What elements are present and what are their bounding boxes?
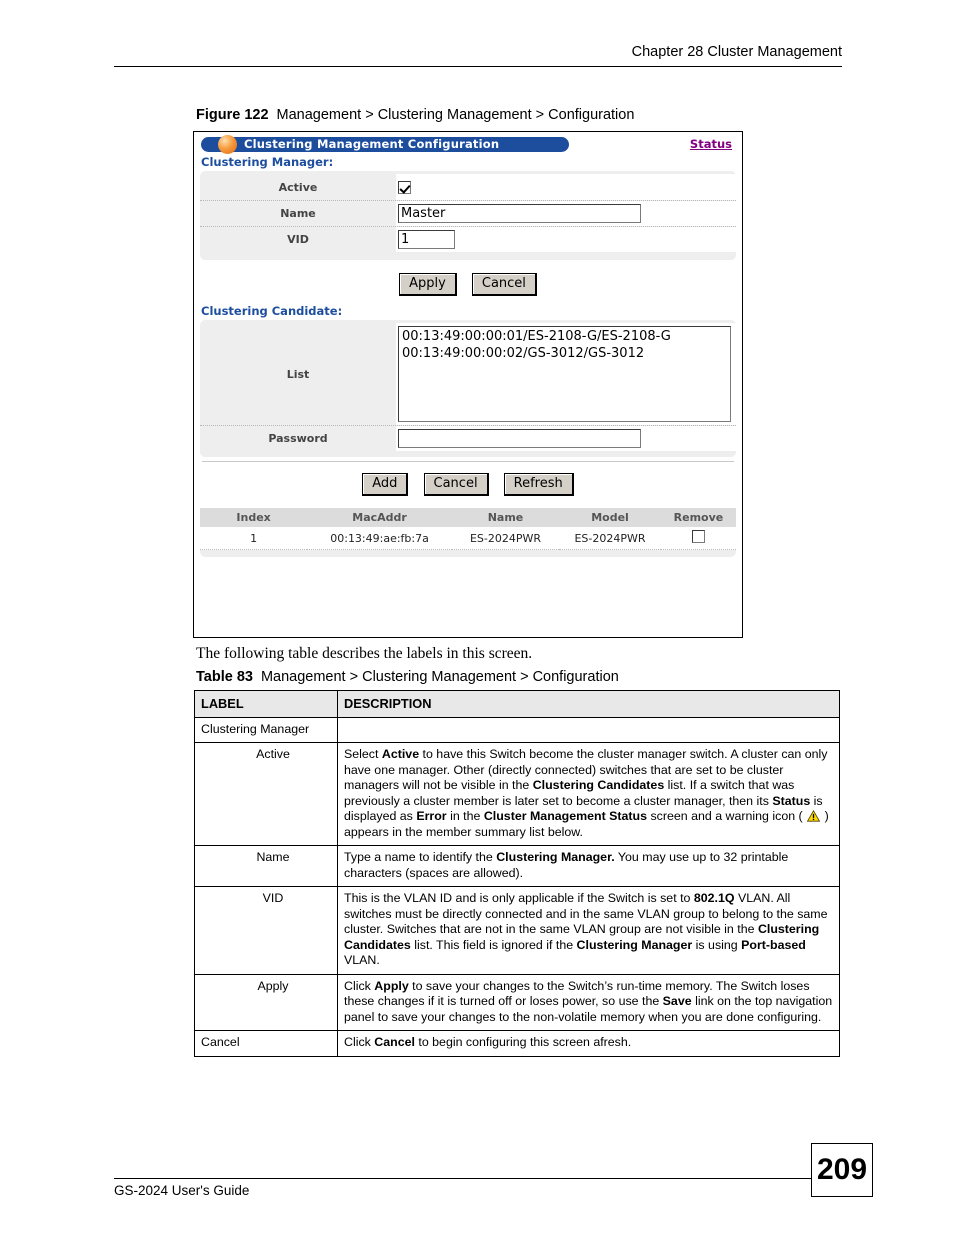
col-name: Name (451, 508, 560, 527)
label-list: List (286, 367, 310, 381)
row-list: List 00:13:49:00:00:01/ES-2108-G/ES-2108… (200, 323, 736, 425)
manager-button-row: Apply Cancel (200, 262, 736, 302)
desc-description-cell: Type a name to identify the Clustering M… (337, 845, 840, 887)
clustering-manager-panel: Active Name VID (200, 171, 736, 260)
figure-number: Figure 122 (196, 107, 269, 123)
desc-label-cell: Name (194, 845, 338, 887)
screenshot-figure: Clustering Management Configuration Stat… (193, 131, 743, 638)
screen-title: Clustering Management Configuration (244, 137, 500, 151)
status-link[interactable]: Status (690, 137, 732, 151)
cell-name: ES-2024PWR (451, 527, 560, 550)
member-summary-table: Index MacAddr Name Model Remove 1 00:13:4… (200, 508, 736, 557)
footer-guide: GS-2024 User's Guide (114, 1183, 250, 1198)
page-number: 209 (811, 1143, 873, 1197)
desc-description-cell: This is the VLAN ID and is only applicab… (337, 886, 840, 975)
desc-label-cell: Active (194, 742, 338, 846)
cell-index: 1 (200, 527, 308, 550)
orb-icon (218, 135, 237, 154)
cell-model: ES-2024PWR (559, 527, 661, 550)
desc-description-cell: Click Apply to save your changes to the … (337, 973, 840, 1031)
cancel-button[interactable]: Cancel (471, 273, 537, 296)
candidate-cancel-button[interactable]: Cancel (423, 473, 489, 496)
vid-input[interactable] (398, 230, 455, 249)
summary-header-row: Index MacAddr Name Model Remove (200, 508, 736, 527)
screen-titlebar: Clustering Management Configuration Stat… (200, 135, 736, 154)
cell-remove (660, 527, 736, 550)
remove-checkbox[interactable] (691, 530, 705, 543)
chapter-title: Chapter 28 Cluster Management (631, 44, 842, 60)
desc-table-row: Active Select Active to have this Switch … (194, 742, 840, 846)
candidate-list[interactable]: 00:13:49:00:00:01/ES-2108-G/ES-2108-G 00… (398, 326, 731, 422)
label-password: Password (268, 432, 328, 445)
active-checkbox[interactable] (398, 180, 411, 194)
desc-label-cell: VID (194, 886, 338, 975)
cell-name (396, 201, 736, 226)
desc-description-cell (337, 716, 840, 743)
cell-macaddr: 00:13:49:ae:fb:7a (307, 527, 452, 550)
desc-table-row: Cancel Click Cancel to begin configuring … (194, 1030, 840, 1057)
table-title: Management > Clustering Management > Con… (260, 669, 619, 685)
row-password: Password (200, 425, 736, 451)
clustering-manager-heading: Clustering Manager: (201, 155, 334, 169)
warning-icon (807, 810, 821, 822)
desc-description-cell: Select Active to have this Switch become… (337, 742, 840, 846)
label-vid: VID (287, 233, 309, 246)
desc-table-row: Apply Click Apply to save your changes to… (194, 973, 840, 1031)
name-input[interactable] (398, 204, 641, 223)
col-macaddr: MacAddr (307, 508, 452, 527)
desc-description-cell: Click Cancel to begin configuring this s… (337, 1030, 840, 1057)
desc-col-description: DESCRIPTION (337, 690, 840, 718)
desc-table-row: VID This is the VLAN ID and is only appli… (194, 886, 840, 975)
desc-table-row: Name Type a name to identify the Clusteri… (194, 845, 840, 887)
refresh-button[interactable]: Refresh (503, 473, 574, 496)
cell-password (396, 426, 736, 451)
footer-rule (114, 1178, 842, 1179)
row-vid: VID (200, 226, 736, 252)
col-model: Model (559, 508, 661, 527)
desc-col-label: LABEL (194, 690, 338, 718)
cell-active (396, 174, 736, 200)
figure-title: Management > Clustering Management > Con… (276, 107, 635, 123)
label-description-table: LABEL DESCRIPTION Clustering Manager Act… (194, 690, 840, 1057)
label-active: Active (278, 180, 318, 194)
table-number: Table 83 (196, 669, 253, 685)
row-active: Active (200, 174, 736, 200)
summary-table-row: 1 00:13:49:ae:fb:7a ES-2024PWR ES-2024PWR (200, 527, 736, 550)
cell-list: 00:13:49:00:00:01/ES-2108-G/ES-2108-G 00… (396, 323, 736, 425)
figure-caption: Figure 122 Management > Clustering Manage… (196, 107, 634, 123)
col-index: Index (200, 508, 308, 527)
intro-paragraph: The following table describes the labels… (196, 645, 533, 662)
password-input[interactable] (398, 429, 641, 448)
clustering-candidate-heading: Clustering Candidate: (201, 304, 343, 318)
candidate-button-row: Add Cancel Refresh (200, 462, 736, 502)
label-name: Name (280, 207, 316, 220)
clustering-candidate-panel: List 00:13:49:00:00:01/ES-2108-G/ES-2108… (200, 320, 736, 457)
cell-vid (396, 227, 736, 252)
desc-label-cell: Cancel (194, 1030, 338, 1057)
col-remove: Remove (660, 508, 736, 527)
add-button[interactable]: Add (362, 473, 409, 496)
table-caption: Table 83 Management > Clustering Manageme… (196, 669, 619, 685)
apply-button[interactable]: Apply (399, 273, 457, 296)
row-name: Name (200, 200, 736, 226)
desc-table-row: Clustering Manager (194, 716, 840, 743)
desc-label-cell: Apply (194, 973, 338, 1031)
desc-label-cell: Clustering Manager (194, 716, 338, 743)
desc-header-row: LABEL DESCRIPTION (194, 690, 840, 718)
page-running-header: Chapter 28 Cluster Management (114, 44, 842, 67)
